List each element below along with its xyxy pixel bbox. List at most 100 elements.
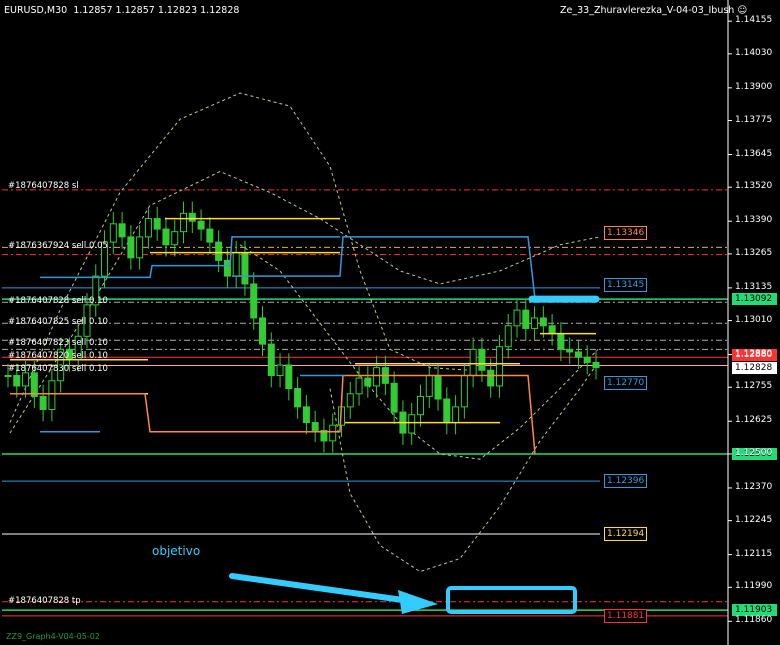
- candle: [548, 325, 556, 335]
- candle: [294, 388, 302, 408]
- candle: [522, 309, 530, 329]
- axis-tick-label: 1.12500: [735, 447, 773, 458]
- order-label: #1876407828 sell 0.10: [8, 296, 108, 307]
- candle: [583, 356, 591, 363]
- order-label: #1876407825 sell 0.10: [8, 317, 108, 328]
- axis-tick-label: 1.13265: [735, 247, 773, 258]
- axis-tick-label: 1.13010: [735, 314, 773, 325]
- candle: [434, 374, 442, 400]
- candle: [329, 424, 337, 442]
- candle: [416, 395, 424, 416]
- candle: [188, 212, 196, 222]
- candle: [232, 252, 240, 277]
- candle: [355, 377, 363, 395]
- candle: [443, 398, 451, 424]
- axis-tick-label: 1.12880: [735, 348, 773, 359]
- candle: [390, 382, 398, 413]
- ohlc-values: 1.12857 1.12857 1.12823 1.12828: [73, 5, 240, 16]
- candle: [346, 393, 354, 408]
- candle: [180, 212, 188, 233]
- candle: [592, 361, 600, 369]
- price-chart[interactable]: [0, 0, 780, 645]
- candle: [452, 406, 460, 424]
- price-tag: 1.12770: [604, 376, 648, 391]
- axis-tick-label: 1.12245: [735, 514, 773, 525]
- candle: [531, 317, 539, 329]
- candle: [215, 241, 223, 261]
- symbol-timeframe: EURUSD,M30: [4, 5, 68, 16]
- axis-tick-label: 1.12370: [735, 481, 773, 492]
- candle: [285, 364, 293, 390]
- candle: [557, 333, 565, 350]
- axis-tick-label: 1.13645: [735, 148, 773, 159]
- axis-tick-label: 1.13390: [735, 215, 773, 226]
- candle: [162, 228, 170, 246]
- order-label: #1876407820 sell 0.10: [8, 351, 108, 362]
- candle: [408, 414, 416, 434]
- candle: [504, 325, 512, 348]
- candle: [39, 395, 47, 410]
- candle: [539, 317, 547, 327]
- order-label: #1876407823 sell 0.10: [8, 338, 108, 349]
- candle: [267, 343, 275, 376]
- candle: [206, 228, 214, 243]
- candle: [22, 372, 30, 387]
- price-axis-box: 1.11903: [732, 604, 777, 617]
- candle: [469, 348, 477, 376]
- order-label: #1876407830 sell 0.10: [8, 364, 108, 375]
- candle: [171, 231, 179, 246]
- price-tag: 1.11881: [604, 608, 648, 623]
- candle: [250, 283, 258, 319]
- footer-indicator: ZZ9_Graph4-V04-05-02: [6, 632, 100, 641]
- axis-tick-label: 1.13520: [735, 181, 773, 192]
- candle: [136, 236, 144, 259]
- candle: [311, 422, 319, 431]
- candle: [373, 367, 381, 387]
- candle: [364, 377, 372, 387]
- candle: [513, 309, 521, 327]
- candle: [276, 364, 284, 376]
- price-tag: 1.12194: [604, 526, 648, 541]
- candle: [127, 236, 135, 259]
- price-tag: 1.13346: [604, 225, 648, 240]
- candle: [478, 348, 486, 371]
- candle: [487, 369, 495, 387]
- candle: [574, 351, 582, 358]
- candle: [4, 374, 12, 377]
- candle: [153, 218, 161, 230]
- axis-tick-label: 1.14155: [735, 15, 773, 26]
- axis-tick-label: 1.14030: [735, 47, 773, 58]
- candle: [30, 372, 38, 397]
- axis-tick-label: 1.13900: [735, 81, 773, 92]
- candle: [197, 220, 205, 230]
- candle: [13, 374, 21, 387]
- candle: [566, 348, 574, 353]
- axis-tick-label: 1.13775: [735, 114, 773, 125]
- candle: [109, 223, 117, 243]
- candle: [118, 223, 126, 238]
- axis-tick-label: 1.13135: [735, 281, 773, 292]
- objetivo-annotation: objetivo: [152, 544, 201, 558]
- axis-tick-label: 1.11990: [735, 581, 773, 592]
- order-label: #1876367924 sell 0.05: [8, 241, 108, 252]
- axis-tick-label: 1.12115: [735, 548, 773, 559]
- axis-tick-label: 1.12755: [735, 381, 773, 392]
- candle: [460, 374, 468, 408]
- price-tag: 1.13145: [604, 278, 648, 293]
- order-label: #1876407828 sl: [8, 181, 79, 192]
- candle: [48, 380, 56, 410]
- candle: [144, 218, 152, 238]
- candle: [259, 317, 267, 345]
- price-tag: 1.12396: [604, 474, 648, 489]
- axis-tick-label: 1.12625: [735, 415, 773, 426]
- candle: [425, 374, 433, 397]
- candle: [241, 252, 249, 285]
- chart-header: EURUSD,M30 1.12857 1.12857 1.12823 1.128…: [4, 5, 239, 16]
- axis-tick-label: 1.11860: [735, 615, 773, 626]
- candle: [495, 346, 503, 387]
- price-axis-box: 1.12828: [732, 362, 777, 375]
- candle: [302, 406, 310, 424]
- indicator-name: Ze_33_Zhuravlerezka_V-04-03_Ibush ☺: [560, 5, 748, 16]
- order-label: #1876407828 tp: [8, 595, 81, 606]
- price-axis-box: 1.13092: [732, 293, 777, 306]
